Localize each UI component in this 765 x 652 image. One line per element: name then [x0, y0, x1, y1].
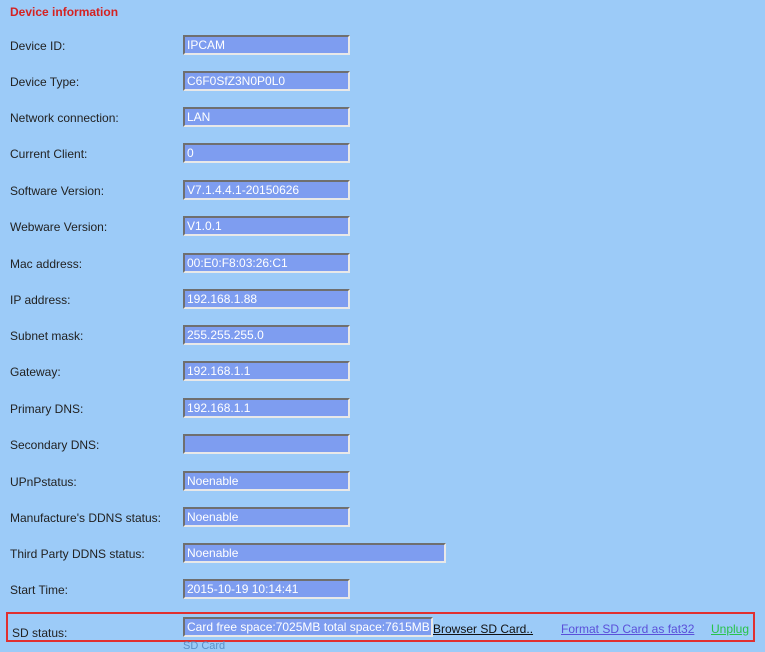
primary-dns-label: Primary DNS: — [10, 402, 84, 416]
webware-version-label: Webware Version: — [10, 220, 108, 234]
current-client-field[interactable] — [183, 143, 350, 163]
network-connection-field[interactable] — [183, 107, 350, 127]
row-ip-address: IP address: — [0, 289, 765, 311]
upnp-status-label: UPnPstatus: — [10, 475, 77, 489]
gateway-field[interactable] — [183, 361, 350, 381]
row-software-version: Software Version: — [0, 180, 765, 202]
row-third-party-ddns-status: Third Party DDNS status: — [0, 543, 765, 565]
subnet-mask-field[interactable] — [183, 325, 350, 345]
primary-dns-field[interactable] — [183, 398, 350, 418]
row-network-connection: Network connection: — [0, 107, 765, 129]
sd-status-field[interactable] — [183, 617, 433, 637]
network-connection-label: Network connection: — [10, 111, 119, 125]
subnet-mask-label: Subnet mask: — [10, 329, 84, 343]
webware-version-field[interactable] — [183, 216, 350, 236]
row-device-id: Device ID: — [0, 35, 765, 57]
row-secondary-dns: Secondary DNS: — [0, 434, 765, 456]
row-device-type: Device Type: — [0, 71, 765, 93]
gateway-label: Gateway: — [10, 365, 61, 379]
software-version-field[interactable] — [183, 180, 350, 200]
manufacture-ddns-status-field[interactable] — [183, 507, 350, 527]
upnp-status-field[interactable] — [183, 471, 350, 491]
secondary-dns-field[interactable] — [183, 434, 350, 454]
third-party-ddns-status-label: Third Party DDNS status: — [10, 547, 145, 561]
unplug-sd-card-link[interactable]: Unplug — [711, 622, 749, 636]
device-id-field[interactable] — [183, 35, 350, 55]
row-webware-version: Webware Version: — [0, 216, 765, 238]
browse-sd-card-link[interactable]: Browser SD Card.. — [433, 622, 533, 636]
section-title: Device information — [10, 5, 119, 19]
row-manufacture-ddns-status: Manufacture's DDNS status: — [0, 507, 765, 529]
current-client-label: Current Client: — [10, 147, 88, 161]
start-time-label: Start Time: — [10, 583, 69, 597]
row-gateway: Gateway: — [0, 361, 765, 383]
manufacture-ddns-status-label: Manufacture's DDNS status: — [10, 511, 162, 525]
row-current-client: Current Client: — [0, 143, 765, 165]
device-type-field[interactable] — [183, 71, 350, 91]
sd-card-sub-label: SD Card — [183, 640, 226, 652]
third-party-ddns-status-field[interactable] — [183, 543, 446, 563]
start-time-field[interactable] — [183, 579, 350, 599]
row-primary-dns: Primary DNS: — [0, 398, 765, 420]
device-type-label: Device Type: — [10, 75, 80, 89]
sd-status-label: SD status: — [12, 626, 68, 640]
row-subnet-mask: Subnet mask: — [0, 325, 765, 347]
software-version-label: Software Version: — [10, 184, 105, 198]
mac-address-field[interactable] — [183, 253, 350, 273]
ip-address-field[interactable] — [183, 289, 350, 309]
sd-status-row: SD status: Browser SD Card.. Format SD C… — [6, 612, 755, 642]
row-start-time: Start Time: — [0, 579, 765, 601]
format-sd-card-link[interactable]: Format SD Card as fat32 — [561, 622, 694, 636]
device-id-label: Device ID: — [10, 39, 66, 53]
mac-address-label: Mac address: — [10, 257, 83, 271]
row-mac-address: Mac address: — [0, 253, 765, 275]
row-upnp-status: UPnPstatus: — [0, 471, 765, 493]
ip-address-label: IP address: — [10, 293, 71, 307]
secondary-dns-label: Secondary DNS: — [10, 438, 100, 452]
